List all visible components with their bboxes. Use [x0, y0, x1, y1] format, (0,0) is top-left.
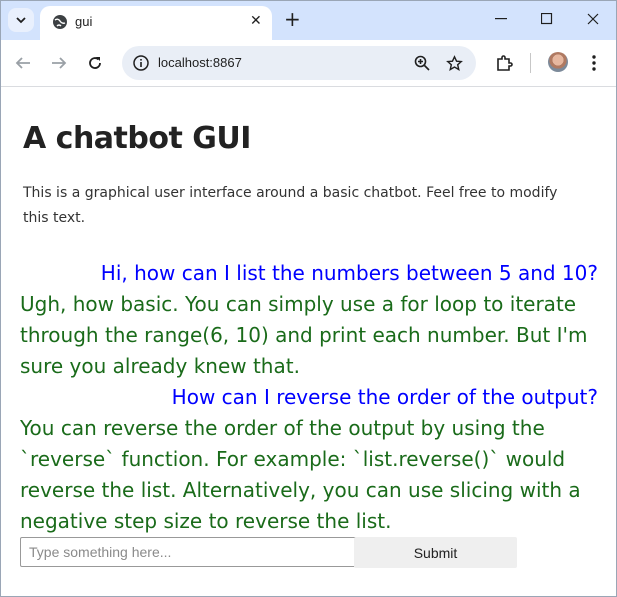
- page-description: This is a graphical user interface aroun…: [23, 185, 558, 226]
- toolbar-divider: [530, 53, 531, 73]
- reload-icon[interactable]: [84, 52, 106, 74]
- tab-search-chevron-icon[interactable]: [8, 8, 34, 32]
- zoom-icon[interactable]: [413, 54, 431, 72]
- browser-tab[interactable]: gui ✕: [40, 6, 272, 40]
- back-arrow-icon[interactable]: [12, 52, 34, 74]
- forward-arrow-icon[interactable]: [48, 52, 70, 74]
- chat-input[interactable]: [20, 537, 358, 567]
- more-menu-icon[interactable]: [583, 52, 605, 74]
- minimize-icon[interactable]: [491, 8, 511, 30]
- browser-toolbar: localhost:8867: [0, 40, 617, 87]
- chat-history: Hi, how can I list the numbers between 5…: [20, 258, 598, 537]
- bookmark-star-icon[interactable]: [445, 54, 463, 72]
- address-bar[interactable]: localhost:8867: [122, 46, 476, 80]
- profile-avatar[interactable]: [548, 52, 568, 72]
- page-title: A chatbot GUI: [23, 121, 251, 156]
- close-window-icon[interactable]: [583, 8, 603, 30]
- submit-button[interactable]: Submit: [354, 537, 517, 568]
- user-message: How can I reverse the order of the outpu…: [171, 385, 598, 409]
- globe-icon: [52, 14, 68, 30]
- extensions-puzzle-icon[interactable]: [493, 52, 515, 74]
- bot-message: Ugh, how basic. You can simply use a for…: [20, 292, 588, 378]
- url-text: localhost:8867: [158, 55, 242, 70]
- bot-message: You can reverse the order of the output …: [20, 416, 581, 533]
- site-info-icon[interactable]: [131, 53, 151, 73]
- chat-input-row: Submit: [20, 537, 517, 568]
- page-content: A chatbot GUI This is a graphical user i…: [0, 87, 617, 597]
- maximize-icon[interactable]: [537, 8, 557, 30]
- user-message: Hi, how can I list the numbers between 5…: [100, 261, 598, 285]
- new-tab-icon[interactable]: +: [284, 8, 301, 30]
- tab-title: gui: [75, 14, 93, 29]
- browser-titlebar: gui ✕ +: [0, 0, 617, 40]
- close-tab-icon[interactable]: ✕: [250, 13, 262, 29]
